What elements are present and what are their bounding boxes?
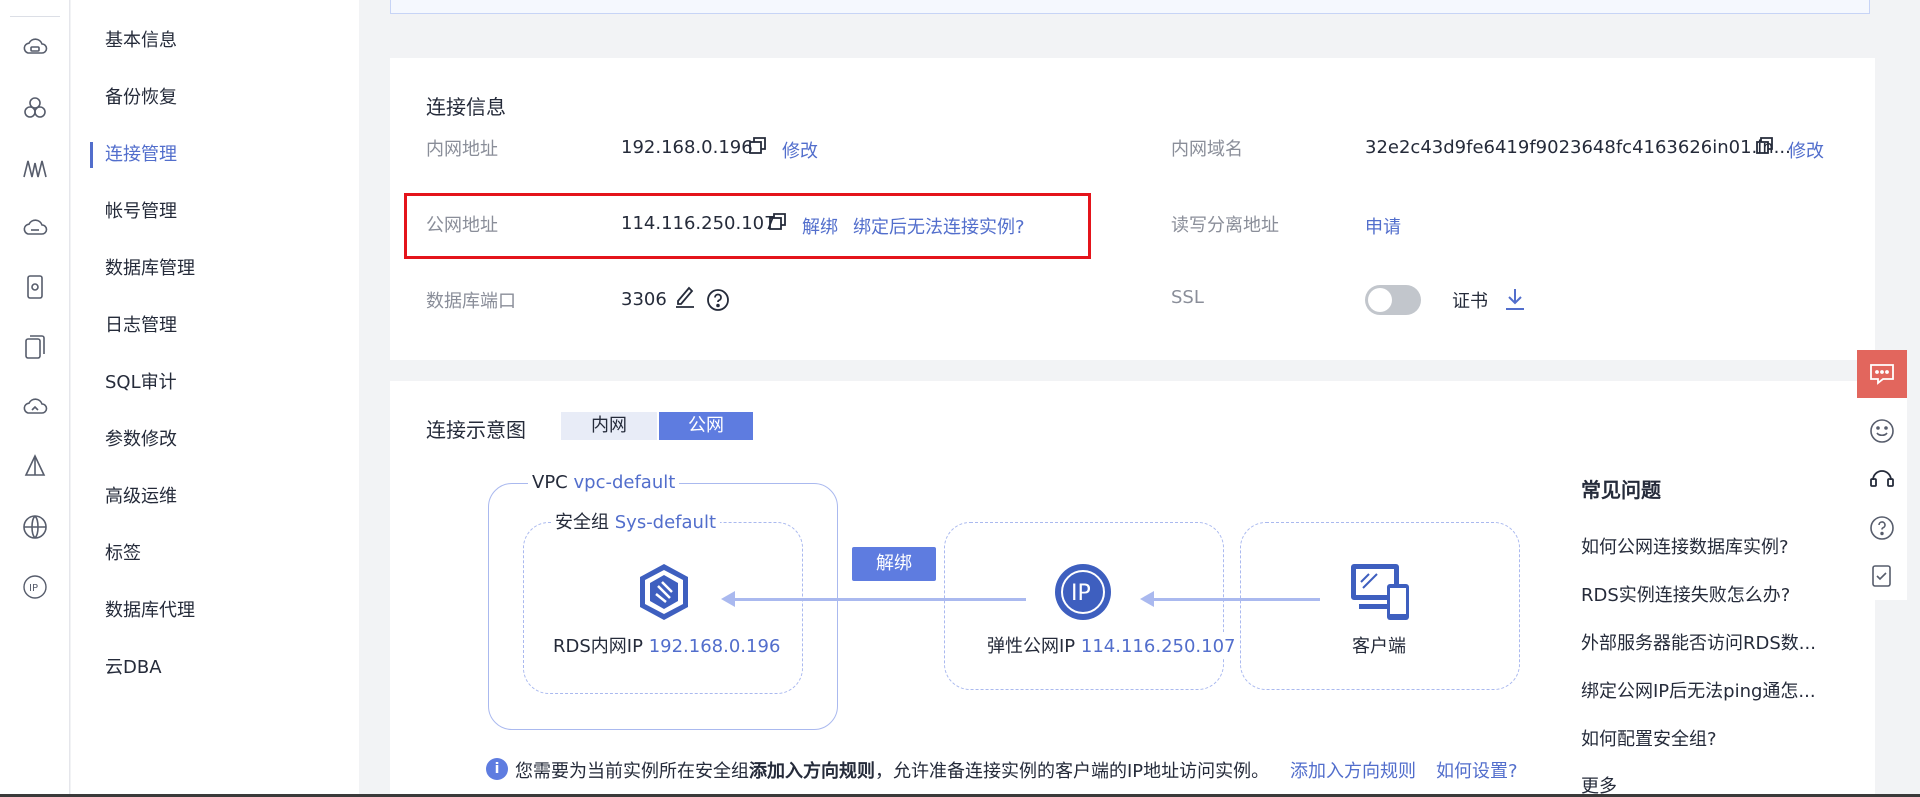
db-port-value: 3306 (621, 289, 667, 310)
menu-item-basic-info[interactable]: 基本信息 (105, 27, 177, 55)
eip-icon: IP (1055, 564, 1111, 620)
tab-public-network[interactable]: 公网 (659, 412, 753, 440)
connection-info-title: 连接信息 (426, 95, 506, 119)
menu-item-backup[interactable]: 备份恢复 (105, 84, 177, 112)
eip-value: 114.116.250.107 (1080, 636, 1236, 657)
rw-split-label: 读写分离地址 (1171, 215, 1279, 236)
vpc-caption: VPC vpc-default (528, 472, 680, 493)
svg-text:IP: IP (29, 583, 38, 594)
chat-icon (1870, 364, 1894, 385)
cert-label: 证书 (1452, 291, 1488, 312)
public-address-label: 公网地址 (426, 215, 498, 236)
cluster-icon[interactable] (20, 93, 50, 123)
add-inbound-rule-link[interactable]: 添加入方向规则 (1290, 757, 1416, 783)
public-address-help-link[interactable]: 绑定后无法连接实例? (853, 213, 1025, 239)
chat-button[interactable] (1857, 350, 1907, 398)
ssl-toggle-knob (1368, 288, 1392, 312)
eip-label: 弹性公网IP (987, 636, 1076, 657)
menu-item-advanced-ops[interactable]: 高级运维 (105, 483, 177, 511)
rds-ip-label: RDS内网IP (553, 636, 643, 657)
private-domain-value: 32e2c43d9fe6419f9023648fc4163626in01.in.… (1365, 137, 1791, 158)
menu-item-sql-audit[interactable]: SQL审计 (105, 369, 177, 397)
sg-label: 安全组 (555, 512, 609, 533)
help-circle-icon[interactable] (1869, 515, 1895, 541)
sg-caption: 安全组 Sys-default (551, 508, 721, 534)
private-domain-label: 内网域名 (1171, 139, 1243, 160)
edit-icon[interactable] (674, 284, 696, 308)
notice-suffix: ，允许准备连接实例的客户端的IP地址访问实例。 (875, 761, 1270, 782)
previous-card-edge (390, 0, 1870, 14)
menu-item-params[interactable]: 参数修改 (105, 426, 177, 454)
faq-title: 常见问题 (1581, 478, 1661, 502)
info-icon: i (486, 758, 508, 780)
rail-divider (10, 16, 60, 17)
secondary-menu: 基本信息 备份恢复 连接管理 帐号管理 数据库管理 日志管理 SQL审计 参数修… (71, 0, 359, 797)
sg-name: Sys-default (614, 512, 717, 533)
menu-active-indicator (90, 142, 93, 168)
cloud-drive-icon[interactable] (20, 213, 50, 243)
cloud-upload-icon[interactable] (20, 392, 50, 422)
vpc-label: VPC (532, 472, 568, 493)
private-address-edit-link[interactable]: 修改 (782, 137, 818, 163)
ssl-toggle[interactable] (1365, 285, 1421, 315)
cloud-db-icon[interactable] (20, 33, 50, 63)
eip-caption: 弹性公网IP 114.116.250.107 (987, 632, 1236, 658)
faq-item[interactable]: RDS实例连接失败怎么办? (1581, 581, 1790, 607)
tab-private-network[interactable]: 内网 (561, 412, 657, 440)
menu-item-cloud-dba[interactable]: 云DBA (105, 654, 162, 682)
menu-item-database[interactable]: 数据库管理 (105, 255, 195, 283)
public-address-unbind-link[interactable]: 解绑 (802, 213, 838, 239)
faq-item[interactable]: 如何配置安全组? (1581, 725, 1717, 751)
help-icon[interactable] (706, 288, 730, 312)
feedback-icon[interactable] (1869, 563, 1895, 589)
faq-item[interactable]: 绑定公网IP后无法ping通怎... (1581, 677, 1816, 703)
ip-icon[interactable]: IP (20, 572, 50, 602)
db-port-label: 数据库端口 (426, 291, 516, 312)
menu-item-connection[interactable]: 连接管理 (105, 141, 177, 169)
private-address-value: 192.168.0.196 (621, 137, 753, 158)
private-domain-edit-link[interactable]: 修改 (1788, 137, 1824, 163)
private-address-label: 内网地址 (426, 139, 498, 160)
cloud-phone-icon[interactable] (20, 272, 50, 302)
copy-device-icon[interactable] (20, 332, 50, 362)
unbind-button[interactable]: 解绑 (852, 547, 936, 581)
globe-w-icon[interactable] (20, 512, 50, 542)
menu-item-logs[interactable]: 日志管理 (105, 312, 177, 340)
notice-bold: 添加入方向规则 (749, 761, 875, 782)
rds-instance-icon (640, 564, 688, 620)
menu-item-db-proxy[interactable]: 数据库代理 (105, 597, 195, 625)
svg-text:IP: IP (1071, 581, 1091, 606)
vpc-name: vpc-default (573, 472, 676, 493)
sail-icon[interactable] (20, 452, 50, 482)
left-icon-rail: IP (0, 0, 70, 797)
how-to-configure-link[interactable]: 如何设置? (1436, 757, 1518, 783)
menu-item-account[interactable]: 帐号管理 (105, 198, 177, 226)
download-icon[interactable] (1504, 287, 1526, 311)
copy-icon[interactable] (748, 136, 768, 156)
headset-icon[interactable] (1869, 466, 1895, 492)
client-label: 客户端 (1352, 632, 1406, 658)
client-device-icon (1351, 564, 1409, 620)
rds-ip-caption: RDS内网IP 192.168.0.196 (553, 632, 781, 658)
ssl-label: SSL (1171, 287, 1204, 308)
menu-item-tags[interactable]: 标签 (105, 540, 141, 568)
public-address-value: 114.116.250.107 (621, 213, 776, 234)
smiley-icon[interactable] (1869, 418, 1895, 444)
copy-icon[interactable] (768, 212, 788, 232)
copy-icon[interactable] (1755, 136, 1775, 156)
security-group-notice: 您需要为当前实例所在安全组添加入方向规则，允许准备连接实例的客户端的IP地址访问… (515, 757, 1269, 783)
diagram-title: 连接示意图 (426, 418, 526, 442)
notice-prefix: 您需要为当前实例所在安全组 (515, 761, 749, 782)
wave-icon[interactable] (20, 153, 50, 183)
faq-item[interactable]: 外部服务器能否访问RDS数... (1581, 629, 1816, 655)
faq-item[interactable]: 如何公网连接数据库实例? (1581, 533, 1789, 559)
rw-split-apply-link[interactable]: 申请 (1365, 213, 1401, 239)
rds-ip-value: 192.168.0.196 (648, 636, 781, 657)
